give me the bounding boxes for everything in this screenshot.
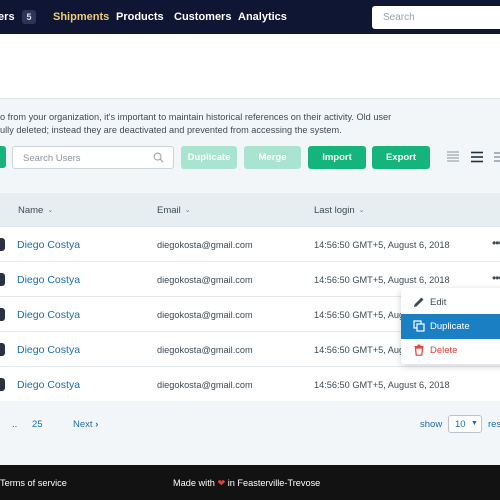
user-last-login: 14:56:50 GMT+5, August 6, 2018 (314, 275, 450, 285)
user-name-link[interactable]: Diego Costya (17, 379, 80, 391)
avatar (0, 308, 5, 321)
add-user-button[interactable] (0, 146, 6, 168)
row-context-menu: Edit Duplicate Delete (401, 288, 500, 364)
search-icon (153, 152, 164, 163)
info-text: o from your organization, it's important… (0, 111, 500, 136)
user-name-link[interactable]: Diego Costya (17, 344, 80, 356)
user-name-link[interactable]: Diego Costya (17, 309, 80, 321)
show-label: show (420, 419, 443, 430)
compact-view-icon[interactable] (447, 151, 459, 163)
row-more-icon[interactable]: ••• (492, 236, 500, 250)
chevron-right-icon: › (95, 419, 99, 430)
avatar (0, 238, 5, 251)
user-email: diegokosta@gmail.com (157, 275, 253, 285)
chevron-down-icon: ▼ (471, 420, 478, 427)
info-line-2: ully deleted; instead they are deactivat… (0, 124, 342, 135)
duplicate-button[interactable]: Duplicate (181, 146, 237, 169)
user-last-login: 14:56:50 GMT+5, August 6, 2018 (314, 240, 450, 250)
pencil-icon (414, 297, 424, 307)
menu-item-delete[interactable]: Delete (401, 338, 500, 363)
trash-icon (414, 344, 424, 356)
nav-item-resellers[interactable]: lers (0, 11, 15, 23)
row-more-icon[interactable]: ••• (492, 271, 500, 285)
nav-item-products[interactable]: Products (116, 11, 164, 23)
search-users-placeholder: Search Users (23, 153, 81, 164)
table-row[interactable]: Diego Costya diegokosta@gmail.com 14:56:… (0, 226, 500, 261)
table-header: Name ⌄ Email ⌄ Last login ⌄ (0, 193, 500, 226)
top-navbar: lers 5 Shipments Products Customers Anal… (0, 0, 500, 34)
made-with-text: Made with ❤ in Feasterville-Trevose (173, 478, 321, 488)
menu-item-edit[interactable]: Edit (401, 290, 500, 315)
user-email: diegokosta@gmail.com (157, 310, 253, 320)
export-button[interactable]: Export (372, 146, 430, 169)
user-email: diegokosta@gmail.com (157, 345, 253, 355)
column-header-email[interactable]: Email ⌄ (157, 205, 191, 216)
page-footer: Terms of service Made with ❤ in Feasterv… (0, 465, 500, 500)
nav-badge-count: 5 (22, 10, 36, 24)
grid-view-icon[interactable] (494, 151, 500, 163)
page-header (0, 34, 500, 99)
user-name-link[interactable]: Diego Costya (17, 239, 80, 251)
list-view-icon[interactable] (471, 151, 483, 163)
user-email: diegokosta@gmail.com (157, 380, 253, 390)
global-search-input[interactable]: Search (372, 6, 500, 29)
user-last-login: 14:56:50 GMT+5, August 6, 2018 (314, 380, 450, 390)
results-label: res (488, 419, 500, 430)
nav-item-shipments[interactable]: Shipments (53, 11, 109, 23)
pagination-page-25[interactable]: 25 (32, 419, 43, 430)
merge-button[interactable]: Merge (244, 146, 301, 169)
table-row[interactable]: Diego Costya diegokosta@gmail.com 14:56:… (0, 366, 500, 401)
user-email: diegokosta@gmail.com (157, 240, 253, 250)
heart-icon: ❤ (217, 478, 226, 488)
user-name-link[interactable]: Diego Costya (17, 274, 80, 286)
info-line-1: o from your organization, it's important… (0, 112, 392, 122)
import-button[interactable]: Import (308, 146, 366, 169)
avatar (0, 343, 5, 356)
avatar (0, 273, 5, 286)
column-header-last-login[interactable]: Last login ⌄ (314, 205, 365, 216)
avatar (0, 378, 5, 391)
terms-of-service-link[interactable]: Terms of service (0, 478, 67, 488)
page-size-select[interactable]: 10 ▼ (448, 415, 482, 433)
search-users-input[interactable]: Search Users (12, 146, 174, 169)
pagination-next[interactable]: Next › (73, 419, 98, 430)
column-header-name[interactable]: Name ⌄ (18, 205, 53, 216)
menu-item-duplicate[interactable]: Duplicate (401, 314, 500, 339)
nav-item-analytics[interactable]: Analytics (238, 11, 287, 23)
pagination-ellipsis: .. (12, 419, 18, 430)
copy-icon (413, 320, 425, 332)
nav-item-customers[interactable]: Customers (174, 11, 231, 23)
